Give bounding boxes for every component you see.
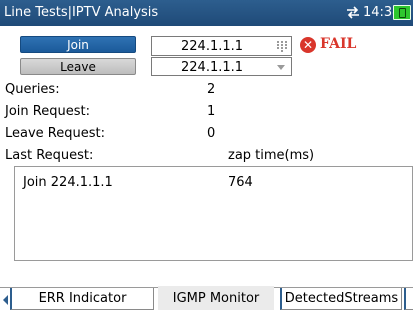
battery-icon: [393, 5, 411, 20]
tab-scroll-left-icon[interactable]: [0, 290, 10, 309]
zap-time-header: zap time(ms): [228, 148, 315, 163]
last-request-label: Last Request:: [5, 148, 94, 163]
title-bar: Line Tests|IPTV Analysis 14:34: [0, 0, 413, 26]
leave-button[interactable]: Leave: [20, 58, 136, 75]
fail-x-icon: ✕: [300, 37, 316, 53]
join-button[interactable]: Join: [20, 36, 136, 53]
queries-value: 2: [207, 82, 216, 97]
join-address-field[interactable]: 224.1.1.1: [151, 36, 292, 56]
leave-address-value: 224.1.1.1: [181, 60, 244, 75]
join-request-value: 1: [207, 104, 216, 119]
leave-request-label: Leave Request:: [5, 126, 105, 141]
leave-request-value: 0: [207, 126, 216, 141]
tab-detected-streams[interactable]: DetectedStreams: [280, 288, 402, 310]
request-command: Join 224.1.1.1: [23, 175, 113, 190]
tab-err-indicator[interactable]: ERR Indicator: [10, 288, 154, 310]
tab-more[interactable]: [404, 288, 413, 310]
request-zap-time: 764: [228, 175, 253, 190]
chevron-down-icon[interactable]: [277, 65, 285, 70]
join-request-label: Join Request:: [5, 104, 90, 119]
join-address-value: 224.1.1.1: [181, 39, 244, 54]
status-fail-text: FAIL: [320, 36, 357, 52]
leave-address-select[interactable]: 224.1.1.1: [151, 57, 292, 76]
queries-label: Queries:: [5, 82, 60, 97]
list-item[interactable]: Join 224.1.1.1 764: [15, 167, 412, 190]
sync-arrows-icon: [347, 6, 359, 19]
tab-igmp-monitor[interactable]: IGMP Monitor: [158, 286, 274, 310]
tab-bar: ERR Indicator IGMP Monitor DetectedStrea…: [0, 286, 413, 310]
window-title: Line Tests|IPTV Analysis: [4, 5, 159, 20]
keypad-icon[interactable]: [277, 41, 287, 52]
request-list[interactable]: Join 224.1.1.1 764: [14, 166, 413, 261]
